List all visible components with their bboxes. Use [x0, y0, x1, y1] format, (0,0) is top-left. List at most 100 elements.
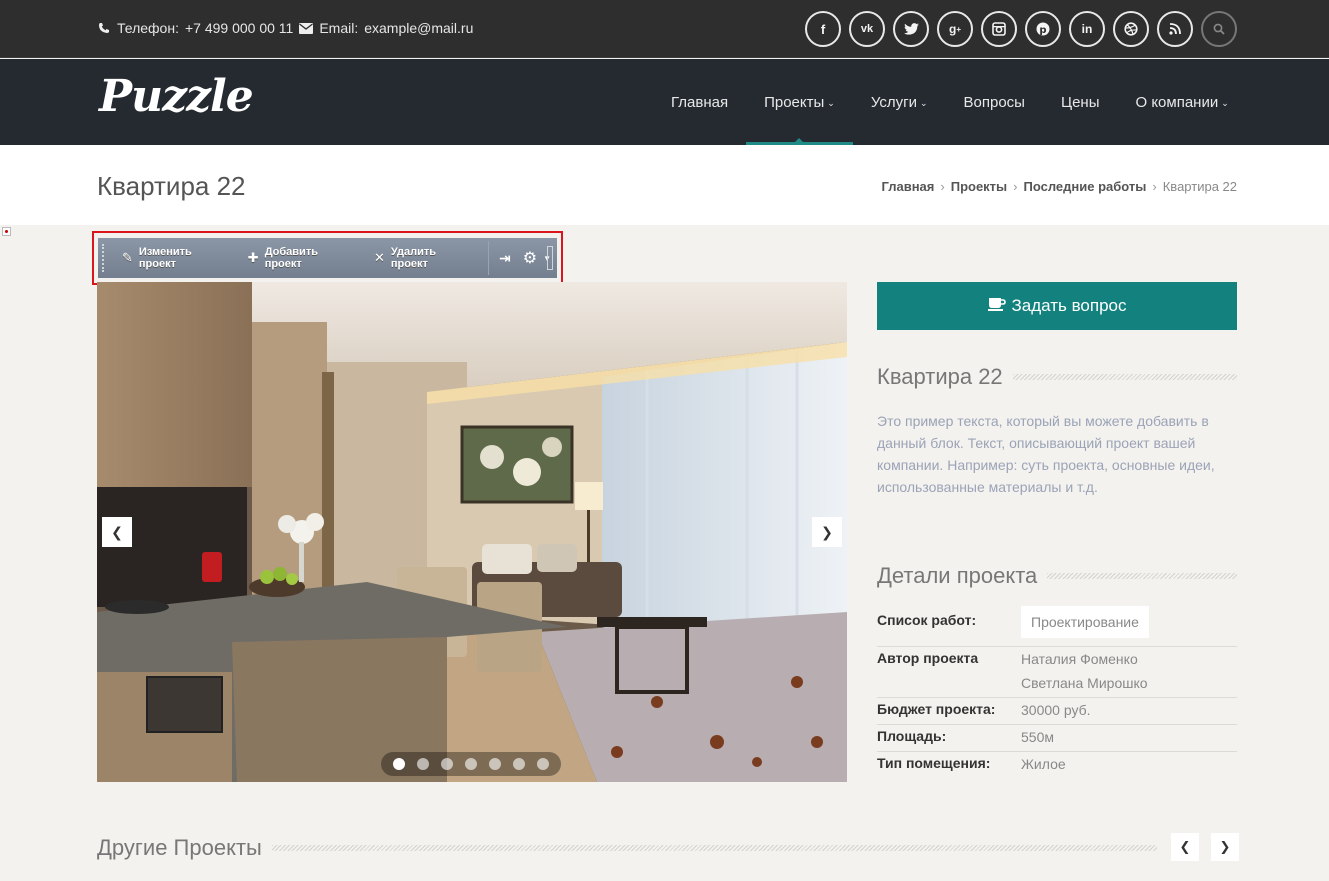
edit-project-label: Изменить проект [138, 246, 192, 270]
top-bar: Телефон: +7 499 000 00 11 Email: example… [0, 0, 1329, 58]
phone-icon [97, 21, 111, 35]
contact-info: Телефон: +7 499 000 00 11 Email: example… [97, 20, 473, 36]
detail-label: Список работ: [877, 612, 977, 628]
detail-value: 30000 руб. [1021, 702, 1091, 718]
menu-item-label: Услуги [870, 93, 917, 111]
slider-dot[interactable] [441, 758, 453, 770]
menu-item-projects[interactable]: Проекты ⌄ [746, 59, 853, 145]
menu-item-label: Цены [1060, 93, 1100, 111]
detail-label: Площадь: [877, 728, 947, 744]
slider-dot[interactable] [417, 758, 429, 770]
detail-label: Бюджет проекта: [877, 701, 996, 717]
phone-number[interactable]: +7 499 000 00 11 [185, 20, 293, 36]
detail-row-author: Автор проекта Наталия Фоменко Светлана М… [877, 647, 1237, 698]
detail-label: Автор проекта [877, 650, 979, 666]
menu-item-questions[interactable]: Вопросы [946, 59, 1043, 145]
chevron-left-icon: ❮ [1179, 839, 1191, 854]
slider-prev-button[interactable]: ❮ [102, 517, 132, 547]
author-name: Светлана Мирошко [1021, 675, 1148, 691]
search-icon[interactable] [1201, 11, 1237, 47]
edit-mode-marker-icon[interactable] [2, 227, 11, 236]
slider-dot[interactable] [513, 758, 525, 770]
rss-icon[interactable] [1157, 11, 1193, 47]
chevron-left-icon: ❮ [111, 523, 123, 540]
menu-item-label: Вопросы [963, 93, 1025, 111]
arrow-to-line-icon: ⇥ [498, 249, 511, 266]
phone-label: Телефон: [117, 20, 179, 36]
google-plus-icon[interactable]: g + [937, 11, 973, 47]
breadcrumb-link-recent[interactable]: Последние работы [1024, 179, 1147, 194]
menu-item-services[interactable]: Услуги ⌄ [853, 59, 946, 145]
breadcrumb-separator-icon: › [1013, 179, 1018, 194]
add-project-label: Добавить проект [264, 246, 318, 270]
breadcrumb-link-home[interactable]: Главная [882, 179, 935, 194]
other-projects-heading: Другие Проекты [97, 833, 1157, 863]
detail-label: Тип помещения: [877, 755, 991, 771]
project-title: Квартира 22 [877, 364, 1003, 389]
detail-value: Наталия Фоменко Светлана Мирошко [1021, 647, 1237, 697]
delete-project-label: Удалить проект [390, 246, 436, 270]
menu-item-prices[interactable]: Цены [1043, 59, 1118, 145]
add-project-button[interactable]: ✚ Добавить проект [240, 246, 366, 270]
breadcrumb-current: Квартира 22 [1162, 179, 1237, 194]
pinterest-icon[interactable]: p [1025, 11, 1061, 47]
drag-handle-icon[interactable] [102, 244, 106, 272]
envelope-icon [299, 21, 314, 35]
admin-toolbar-highlight: ✎ Изменить проект ✚ Добавить проект ✕ Уд… [92, 231, 563, 285]
slider-dot[interactable] [465, 758, 477, 770]
menu-item-about[interactable]: О компании ⌄ [1117, 59, 1246, 145]
work-tag[interactable]: Проектирование [1021, 606, 1149, 638]
linkedin-icon[interactable]: in [1069, 11, 1105, 47]
email-address[interactable]: example@mail.ru [364, 20, 473, 36]
social-links: f vk g + p in [805, 11, 1237, 47]
page-header: Квартира 22 Главная › Проекты › Последни… [0, 145, 1329, 225]
details-title: Детали проекта [877, 563, 1038, 588]
pin-toolbar-button[interactable]: ⇥ [493, 250, 517, 267]
detail-value: Проектирование [1021, 606, 1237, 646]
slider-dot[interactable] [537, 758, 549, 770]
detail-row-area: Площадь: 550м [877, 725, 1237, 752]
facebook-icon[interactable]: f [805, 11, 841, 47]
twitter-icon[interactable] [893, 11, 929, 47]
detail-row-type: Тип помещения: Жилое [877, 752, 1237, 778]
detail-value: Жилое [1021, 756, 1066, 772]
gear-icon: ⚙ [522, 250, 538, 267]
instagram-icon[interactable] [981, 11, 1017, 47]
menu-item-home[interactable]: Главная [653, 59, 746, 145]
plus-icon: ✚ [247, 250, 259, 265]
breadcrumb-separator-icon: › [1152, 179, 1157, 194]
breadcrumb: Главная › Проекты › Последние работы › К… [882, 179, 1238, 194]
coffee-cup-icon [987, 296, 1006, 316]
menu-item-label: О компании [1135, 93, 1219, 111]
chevron-right-icon: ❯ [1219, 839, 1231, 854]
delete-project-button[interactable]: ✕ Удалить проект [366, 246, 484, 270]
menu-item-label: Главная [671, 93, 729, 111]
logo[interactable]: Puzzle [99, 71, 254, 122]
vk-icon[interactable]: vk [849, 11, 885, 47]
chevron-down-icon: ⌄ [1221, 97, 1229, 108]
heading-divider [1012, 374, 1237, 380]
heading-divider [271, 845, 1157, 851]
detail-row-works: Список работ: Проектирование [877, 606, 1237, 647]
slider-dot[interactable] [393, 758, 405, 770]
toolbar-divider [487, 241, 489, 275]
close-icon: ✕ [373, 250, 385, 265]
toolbar-end-handle-icon[interactable] [547, 246, 553, 270]
slider-next-button[interactable]: ❯ [812, 517, 842, 547]
chevron-down-icon: ⌄ [919, 97, 928, 108]
interior-photo [97, 282, 847, 782]
breadcrumb-link-projects[interactable]: Проекты [951, 179, 1007, 194]
other-projects-next-button[interactable]: ❯ [1211, 833, 1239, 861]
project-image-slider[interactable]: ❮ ❯ [97, 282, 847, 782]
project-description: Это пример текста, который вы можете доб… [877, 413, 1215, 495]
ask-question-label: Задать вопрос [1011, 296, 1127, 315]
project-title-heading: Квартира 22 [877, 362, 1237, 392]
edit-project-button[interactable]: ✎ Изменить проект [114, 246, 240, 270]
dribbble-icon[interactable] [1113, 11, 1149, 47]
author-name: Наталия Фоменко [1021, 651, 1138, 667]
chevron-right-icon: ❯ [821, 523, 833, 540]
details-heading: Детали проекта [877, 561, 1237, 591]
ask-question-button[interactable]: Задать вопрос [877, 282, 1237, 330]
other-projects-prev-button[interactable]: ❮ [1171, 833, 1199, 861]
slider-dot[interactable] [489, 758, 501, 770]
